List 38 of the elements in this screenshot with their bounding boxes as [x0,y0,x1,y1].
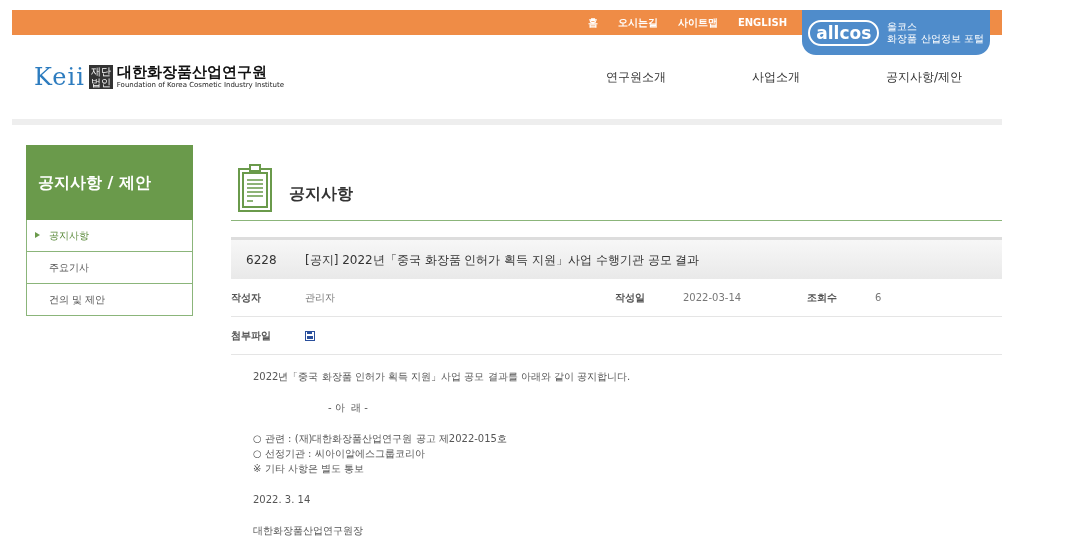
top-link[interactable]: 사이트맵 [677,15,718,30]
post-title: [공지] 2022년「중국 화장품 인허가 획득 지원」사업 수행기관 공모 결과 [305,251,700,269]
nav-link[interactable]: 사업소개 [751,68,800,86]
portal-subtitle: 화장품 산업정보 포털 [887,32,984,45]
post-number: 6228 [245,251,278,269]
top-link[interactable]: 홈 [587,15,598,30]
body-text: 2022. 3. 14 [253,493,312,507]
body-text: ※ 기타 사항은 별도 통보 [253,462,366,476]
logo-mark: Keii [34,62,85,93]
meta-label: 작성일 [615,291,646,305]
body-text: 2022년「중국 화장품 인허가 획득 지원」사업 공모 결과를 아래와 같이 공지합니다. [253,370,632,384]
portal-banner[interactable]: allcos 올코스 화장품 산업정보 포털 [802,10,990,55]
sidebar-item[interactable]: 공지사항 [26,220,193,252]
page-title: 공지사항 [289,183,353,205]
top-link[interactable]: 오시는길 [617,15,658,30]
logo-name: 대한화장품산업연구원 [116,63,268,80]
attachment-label: 첨부파일 [231,329,272,343]
sidebar-item[interactable]: 건의 및 제안 [26,284,193,316]
body-text: 대한화장품산업연구원장 [253,524,364,538]
nav-link[interactable]: 연구원소개 [606,68,666,86]
meta-value: 6 [875,291,882,305]
sidebar-title: 공지사항 / 제안 [26,145,193,220]
portal-name: 올코스 [887,20,919,33]
meta-value: 관리자 [305,291,336,305]
nav-link[interactable]: 공지사항/제안 [885,68,962,86]
logo-badge: 재단법인 [88,65,113,89]
allcos-logo: allcos [808,19,880,46]
clipboard-icon [237,164,273,212]
body-text: ○ 관련 : (재)대한화장품산업연구원 공고 제2022-015호 [253,432,508,446]
top-link[interactable]: ENGLISH [737,15,787,30]
body-text: ○ 선정기관 : 씨아이알에스그룹코리아 [253,447,426,461]
file-icon[interactable] [305,330,315,341]
body-text: - 아 래 - [327,401,369,415]
meta-label: 조회수 [807,291,838,305]
meta-value: 2022-03-14 [683,291,743,305]
triangle-icon [35,232,40,238]
meta-label: 작성자 [231,291,262,305]
sidebar-item[interactable]: 주요기사 [26,252,193,284]
